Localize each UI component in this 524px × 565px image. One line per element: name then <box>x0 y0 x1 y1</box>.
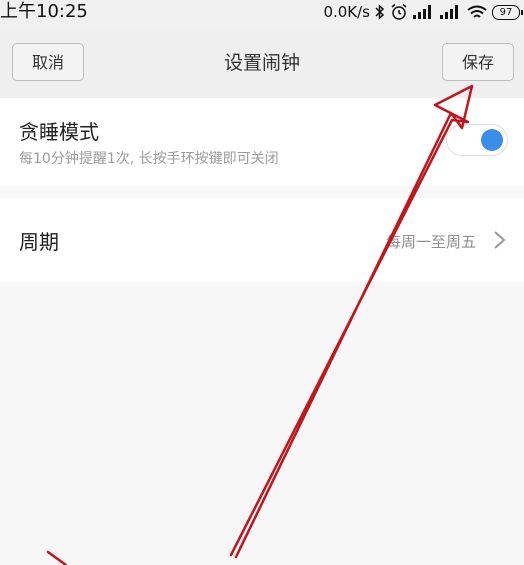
network-speed: 0.0K/s <box>323 3 370 21</box>
status-icons: 0.0K/s 97 <box>323 0 523 24</box>
signal-icon <box>440 5 462 19</box>
snooze-title: 贪睡模式 <box>19 120 99 144</box>
period-setting[interactable]: 周期 每周一至周五 <box>0 198 524 282</box>
snooze-toggle[interactable] <box>446 124 508 156</box>
snooze-setting: 贪睡模式 每10分钟提醒1次, 长按手环按键即可关闭 <box>0 98 524 186</box>
snooze-description: 每10分钟提醒1次, 长按手环按键即可关闭 <box>19 151 279 167</box>
status-time: 上午10:25 <box>0 1 88 22</box>
alarm-icon <box>390 3 408 21</box>
period-label: 周期 <box>19 230 59 254</box>
signal-icon <box>413 5 435 19</box>
wifi-icon <box>467 5 487 20</box>
period-value: 每周一至周五 <box>385 233 476 251</box>
save-button[interactable]: 保存 <box>442 43 514 81</box>
title-bar: 取消 设置闹钟 保存 <box>0 28 524 98</box>
bluetooth-icon <box>375 4 385 20</box>
battery-icon: 97 <box>492 4 523 20</box>
toggle-knob <box>481 129 503 151</box>
status-bar: 上午10:25 0.0K/s 97 <box>0 0 524 28</box>
chevron-right-icon <box>492 230 508 250</box>
